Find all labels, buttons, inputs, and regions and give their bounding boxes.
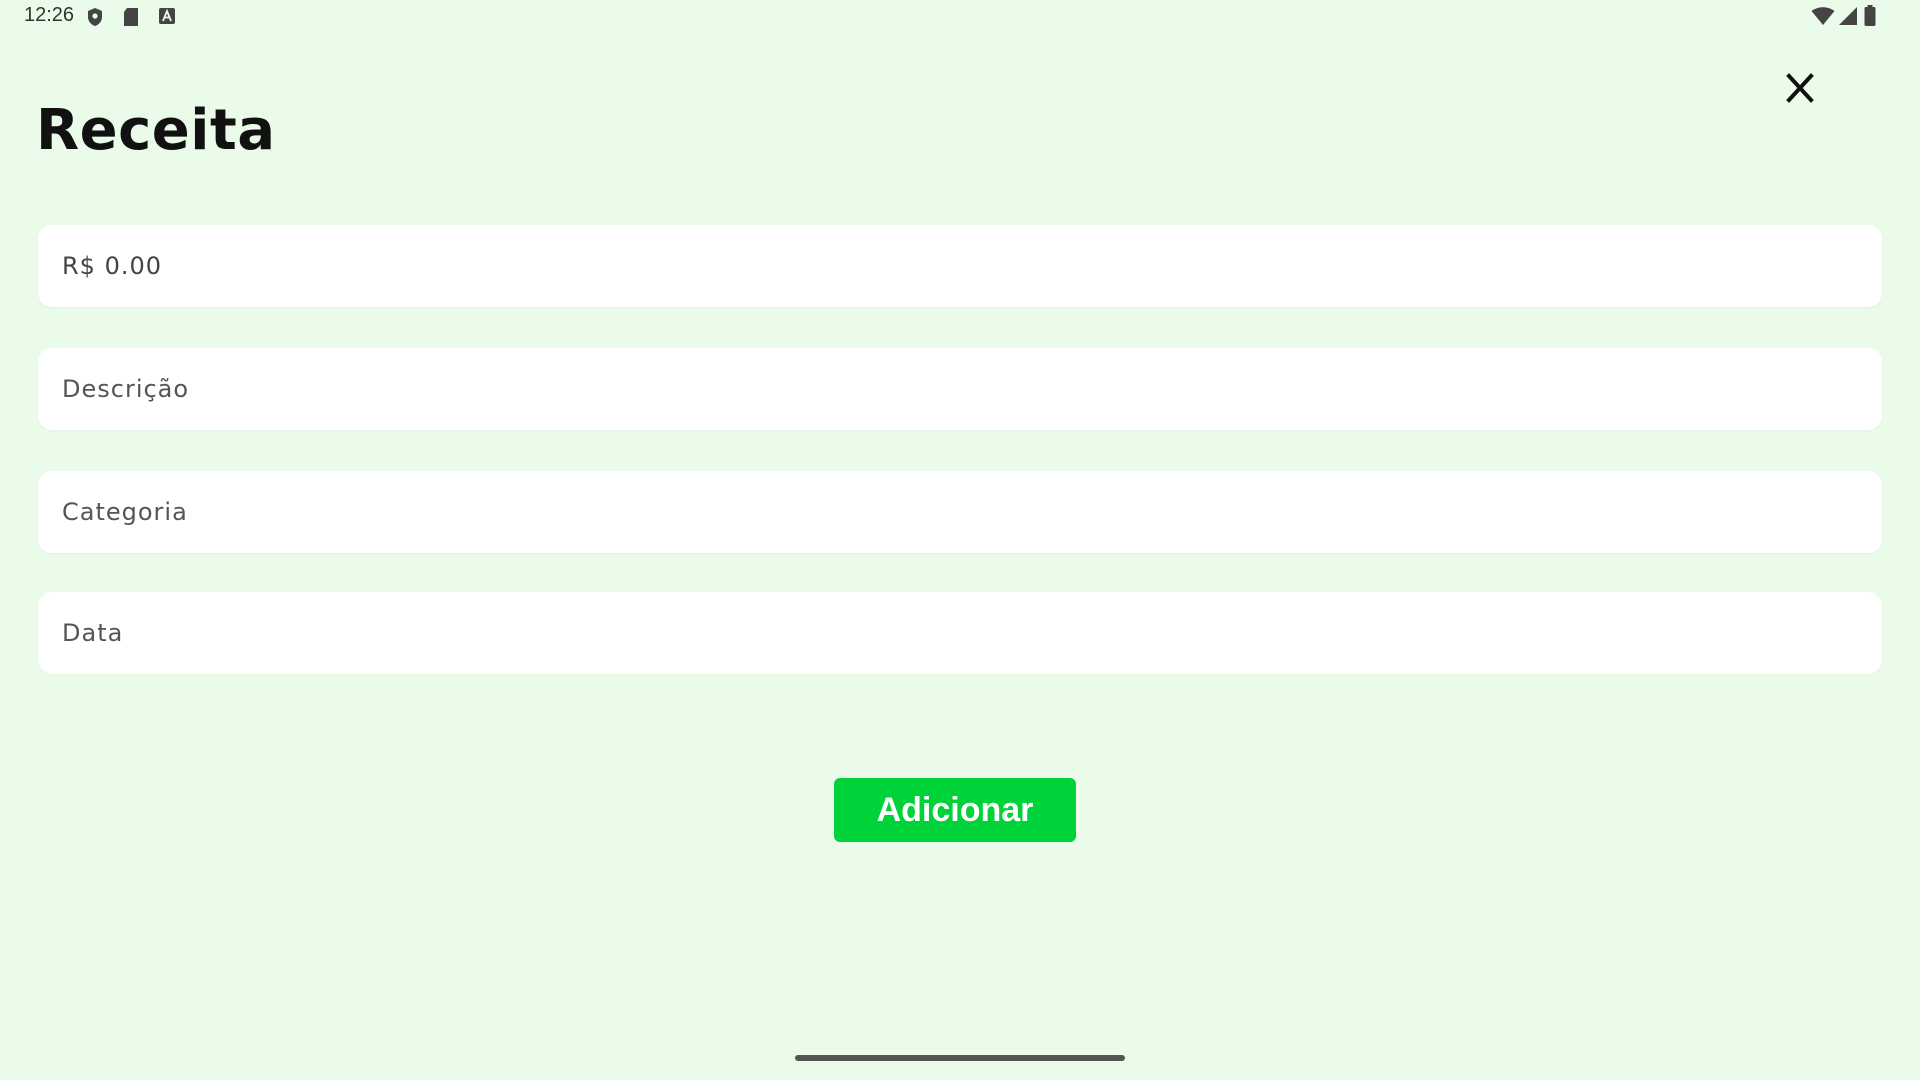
amount-input[interactable] — [38, 225, 1882, 307]
sd-card-icon — [124, 8, 138, 26]
gesture-nav-handle[interactable] — [795, 1055, 1125, 1061]
close-icon — [1786, 73, 1814, 103]
keyboard-a-icon — [159, 8, 175, 24]
status-bar: 12:26 — [0, 0, 1920, 34]
date-input[interactable] — [38, 592, 1882, 674]
category-input[interactable] — [38, 471, 1882, 553]
close-button[interactable] — [1776, 64, 1824, 112]
add-button[interactable]: Adicionar — [834, 778, 1076, 842]
page-title: Receita — [36, 98, 276, 163]
shield-icon — [88, 8, 102, 26]
cell-signal-icon — [1839, 7, 1857, 25]
description-input[interactable] — [38, 348, 1882, 430]
battery-icon — [1864, 5, 1876, 26]
wifi-icon — [1811, 7, 1835, 25]
status-time: 12:26 — [24, 4, 75, 26]
